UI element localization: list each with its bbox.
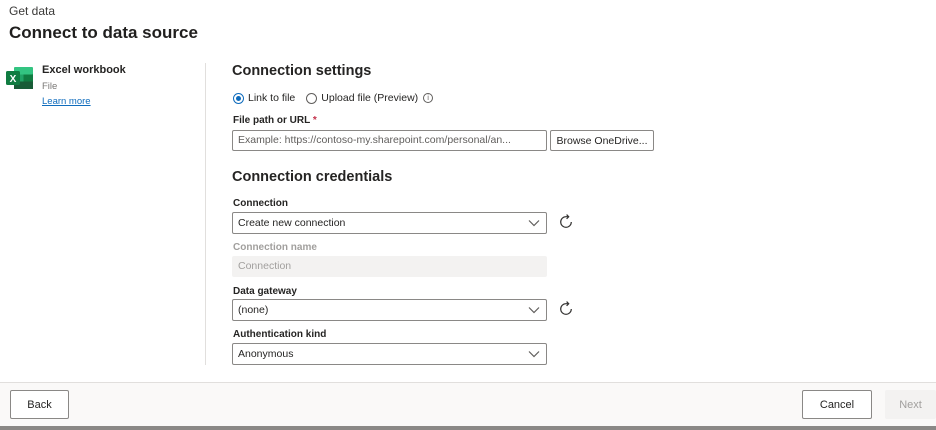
connection-settings-title: Connection settings — [232, 63, 372, 79]
window-bottom-edge — [0, 426, 936, 430]
connection-label: Connection — [233, 198, 288, 209]
next-button[interactable]: Next — [885, 390, 936, 419]
data-gateway-select[interactable]: (none) — [232, 299, 547, 321]
refresh-gateway-icon[interactable] — [557, 300, 575, 318]
connection-name-input: Connection — [232, 256, 547, 277]
radio-upload-file[interactable]: Upload file (Preview) — [306, 92, 418, 104]
back-button[interactable]: Back — [10, 390, 69, 419]
cancel-button[interactable]: Cancel — [802, 390, 872, 419]
chevron-down-icon — [528, 351, 540, 358]
radio-link-to-file[interactable]: Link to file — [233, 92, 295, 104]
file-path-label: File path or URL * — [233, 115, 317, 126]
info-icon[interactable]: i — [423, 93, 434, 103]
radio-checked-icon — [233, 92, 244, 104]
radio-unchecked-icon — [306, 92, 318, 104]
connection-name-label: Connection name — [233, 242, 317, 253]
chevron-down-icon — [528, 220, 540, 227]
source-name: Excel workbook — [42, 64, 126, 76]
file-source-radio-group: Link to file Upload file (Preview) i — [233, 92, 434, 104]
radio-upload-file-label: Upload file (Preview) — [321, 92, 419, 104]
learn-more-link[interactable]: Learn more — [42, 96, 91, 107]
connection-select[interactable]: Create new connection — [232, 212, 547, 234]
authentication-kind-select[interactable]: Anonymous — [232, 343, 547, 365]
data-gateway-label: Data gateway — [233, 286, 297, 297]
connection-select-value: Create new connection — [238, 217, 346, 229]
excel-icon: X — [5, 66, 34, 90]
required-marker: * — [312, 115, 317, 126]
svg-text:X: X — [10, 74, 17, 85]
footer-bar — [0, 382, 936, 430]
refresh-connection-icon[interactable] — [557, 213, 575, 231]
chevron-down-icon — [528, 307, 540, 314]
breadcrumb: Get data — [9, 4, 56, 18]
data-gateway-select-value: (none) — [238, 304, 269, 316]
connection-credentials-title: Connection credentials — [232, 169, 393, 185]
source-category: File — [42, 81, 58, 92]
file-path-label-text: File path or URL — [233, 115, 311, 126]
authentication-kind-label: Authentication kind — [233, 329, 327, 340]
page-title: Connect to data source — [9, 23, 198, 42]
authentication-kind-select-value: Anonymous — [238, 348, 294, 360]
file-path-input[interactable]: Example: https://contoso-my.sharepoint.c… — [232, 130, 547, 151]
browse-onedrive-button[interactable]: Browse OneDrive... — [550, 130, 654, 151]
radio-link-to-file-label: Link to file — [248, 92, 296, 104]
vertical-divider — [205, 63, 206, 365]
